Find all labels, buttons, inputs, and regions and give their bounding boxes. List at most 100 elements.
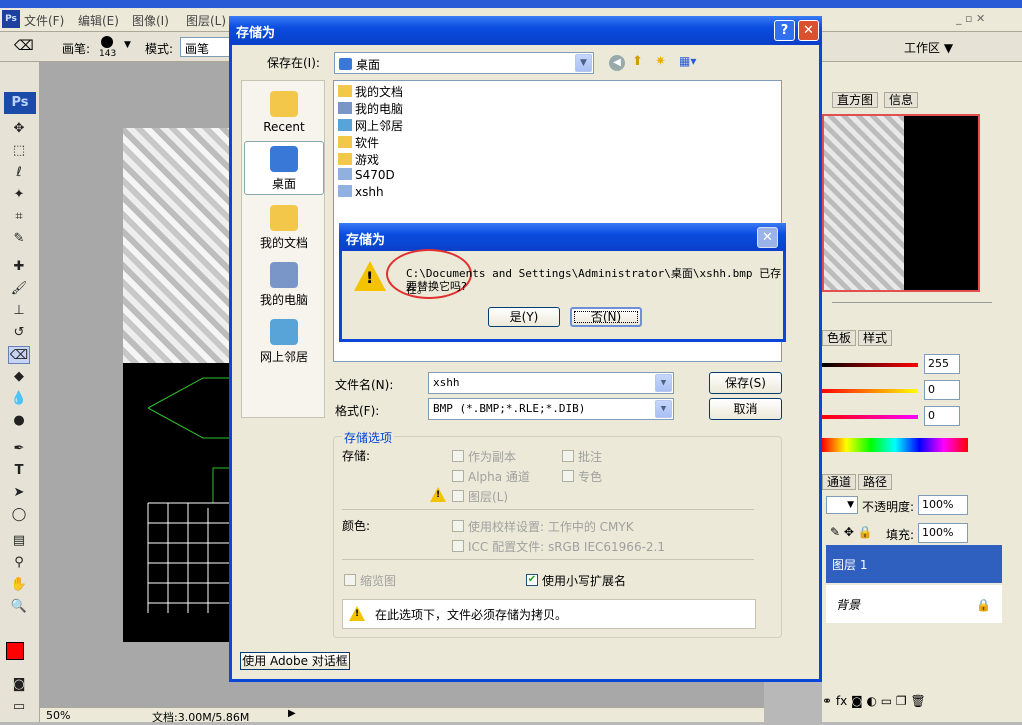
cancel-button[interactable]: 取消 bbox=[709, 398, 782, 420]
annotations-checkbox[interactable] bbox=[562, 450, 574, 462]
lasso-tool-icon[interactable]: ℓ bbox=[8, 164, 30, 182]
green-slider[interactable] bbox=[822, 389, 918, 393]
status-arrow-icon[interactable]: ▶ bbox=[288, 708, 296, 719]
zoom-tool-icon[interactable]: 🔍 bbox=[8, 598, 30, 616]
yes-button[interactable]: 是(Y) bbox=[488, 307, 560, 327]
red-slider[interactable] bbox=[822, 363, 918, 367]
tab-channels[interactable]: 通道 bbox=[822, 474, 857, 490]
zoom-level[interactable]: 50% bbox=[46, 709, 70, 722]
filename-input[interactable]: xshh ▼ bbox=[428, 372, 674, 394]
place-my-documents[interactable]: 我的文档 bbox=[244, 201, 324, 255]
menu-layer[interactable]: 图层(L) bbox=[186, 12, 226, 29]
path-select-icon[interactable]: ➤ bbox=[8, 484, 30, 502]
divider bbox=[342, 509, 754, 510]
fill-field[interactable]: 100% bbox=[918, 523, 968, 543]
save-in-select[interactable]: 桌面 ▼ bbox=[334, 52, 594, 74]
eraser-tool-icon[interactable]: ⌫ bbox=[8, 346, 30, 364]
menu-file[interactable]: 文件(F) bbox=[24, 12, 64, 29]
lowercase-ext-checkbox[interactable]: ✔ bbox=[526, 574, 538, 586]
back-icon[interactable]: ◀ bbox=[609, 55, 625, 71]
no-button[interactable]: 否(N) bbox=[570, 307, 642, 327]
list-item[interactable]: 我的文档 bbox=[338, 83, 403, 99]
blue-value[interactable]: 0 bbox=[924, 406, 960, 426]
type-tool-icon[interactable]: T bbox=[8, 462, 30, 480]
list-item[interactable]: 软件 bbox=[338, 134, 379, 150]
opacity-field[interactable]: 100% bbox=[918, 495, 968, 515]
brush-preview-icon[interactable] bbox=[101, 36, 113, 48]
document-canvas[interactable] bbox=[123, 128, 233, 642]
blue-slider[interactable] bbox=[822, 415, 918, 419]
place-desktop[interactable]: 桌面 bbox=[244, 141, 324, 195]
view-menu-icon[interactable]: ▦▾ bbox=[679, 54, 696, 68]
magic-wand-icon[interactable]: ✦ bbox=[8, 186, 30, 204]
screen-mode-icon[interactable]: ▭ bbox=[8, 698, 30, 716]
quick-mask-icon[interactable]: ◙ bbox=[8, 676, 30, 694]
eraser-tool-icon[interactable]: ⌫ bbox=[14, 38, 34, 54]
save-button[interactable]: 保存(S) bbox=[709, 372, 782, 394]
chevron-down-icon[interactable]: ▼ bbox=[655, 374, 672, 392]
layer-actions[interactable]: ⚭ fx ◙ ◐ ▭ ❐ 🗑 bbox=[822, 694, 926, 708]
tab-histogram[interactable]: 直方图 bbox=[832, 92, 879, 108]
place-network[interactable]: 网上邻居 bbox=[244, 315, 324, 369]
list-item[interactable]: S470D bbox=[338, 168, 395, 184]
help-button[interactable]: ? bbox=[774, 20, 795, 41]
thumbnail-checkbox[interactable] bbox=[344, 574, 356, 586]
proof-checkbox[interactable] bbox=[452, 520, 464, 532]
menu-edit[interactable]: 编辑(E) bbox=[78, 12, 119, 29]
place-my-computer[interactable]: 我的电脑 bbox=[244, 258, 324, 312]
tab-styles[interactable]: 样式 bbox=[858, 330, 893, 346]
pen-tool-icon[interactable]: ✒ bbox=[8, 440, 30, 458]
window-controls[interactable]: _ ▫ ✕ bbox=[956, 12, 985, 25]
ellipse-tool-icon[interactable]: ◯ bbox=[8, 506, 30, 524]
menu-image[interactable]: 图像(I) bbox=[132, 12, 169, 29]
alpha-checkbox[interactable] bbox=[452, 470, 464, 482]
list-item[interactable]: 游戏 bbox=[338, 151, 379, 167]
blend-mode-select[interactable]: ▼ bbox=[826, 496, 858, 514]
new-folder-icon[interactable]: ✷ bbox=[655, 54, 666, 69]
slice-tool-icon[interactable]: ✎ bbox=[8, 230, 30, 248]
chevron-down-icon[interactable]: ▼ bbox=[655, 400, 672, 418]
spot-checkbox[interactable] bbox=[562, 470, 574, 482]
format-select[interactable]: BMP (*.BMP;*.RLE;*.DIB) ▼ bbox=[428, 398, 674, 420]
layers-checkbox[interactable] bbox=[452, 490, 464, 502]
tab-swatches[interactable]: 色板 bbox=[822, 330, 857, 346]
notes-tool-icon[interactable]: ▤ bbox=[8, 532, 30, 550]
lock-icons[interactable]: ✎ ✥ 🔒 bbox=[830, 525, 873, 539]
paint-bucket-icon[interactable]: ◆ bbox=[8, 368, 30, 386]
blur-tool-icon[interactable]: 💧 bbox=[8, 390, 30, 408]
zoom-slider[interactable] bbox=[832, 302, 992, 310]
tab-paths[interactable]: 路径 bbox=[858, 474, 893, 490]
healing-brush-icon[interactable]: ✚ bbox=[8, 258, 30, 276]
dodge-tool-icon[interactable]: ● bbox=[8, 412, 30, 430]
tab-info[interactable]: 信息 bbox=[884, 92, 919, 108]
red-value[interactable]: 255 bbox=[924, 354, 960, 374]
list-item[interactable]: 我的电脑 bbox=[338, 100, 403, 116]
icc-checkbox[interactable] bbox=[452, 540, 464, 552]
chevron-down-icon[interactable]: ▼ bbox=[575, 54, 592, 72]
adobe-dialog-button[interactable]: 使用 Adobe 对话框 bbox=[240, 652, 350, 670]
crop-tool-icon[interactable]: ⌗ bbox=[8, 208, 30, 226]
eyedropper-icon[interactable]: ⚲ bbox=[8, 554, 30, 572]
move-tool-icon[interactable]: ✥ bbox=[8, 120, 30, 138]
brush-tool-icon[interactable]: 🖌 bbox=[8, 280, 30, 298]
green-value[interactable]: 0 bbox=[924, 380, 960, 400]
as-copy-checkbox[interactable] bbox=[452, 450, 464, 462]
foreground-color-swatch[interactable] bbox=[6, 642, 24, 660]
stamp-tool-icon[interactable]: ⊥ bbox=[8, 302, 30, 320]
workspace-menu[interactable]: 工作区 ▼ bbox=[904, 39, 953, 56]
chevron-down-icon[interactable]: ▼ bbox=[124, 40, 131, 50]
up-folder-icon[interactable]: ⬆ bbox=[632, 54, 643, 69]
save-options-group: 存储选项 存储: 作为副本 批注 Alpha 通道 专色 ! 图层(L) 颜色:… bbox=[333, 429, 782, 638]
list-item[interactable]: xshh bbox=[338, 185, 384, 201]
navigator-thumbnail[interactable] bbox=[822, 114, 980, 292]
marquee-tool-icon[interactable]: ⬚ bbox=[8, 142, 30, 160]
mode-select[interactable]: 画笔 bbox=[180, 37, 230, 57]
close-button[interactable]: ✕ bbox=[757, 227, 778, 248]
list-item[interactable]: 网上邻居 bbox=[338, 117, 403, 133]
layer-row-layer1[interactable]: 图层 1 bbox=[826, 545, 1002, 583]
place-recent[interactable]: Recent bbox=[244, 87, 324, 141]
hand-tool-icon[interactable]: ✋ bbox=[8, 576, 30, 594]
color-ramp[interactable] bbox=[822, 438, 968, 452]
history-brush-icon[interactable]: ↺ bbox=[8, 324, 30, 342]
close-button[interactable]: ✕ bbox=[798, 20, 819, 41]
